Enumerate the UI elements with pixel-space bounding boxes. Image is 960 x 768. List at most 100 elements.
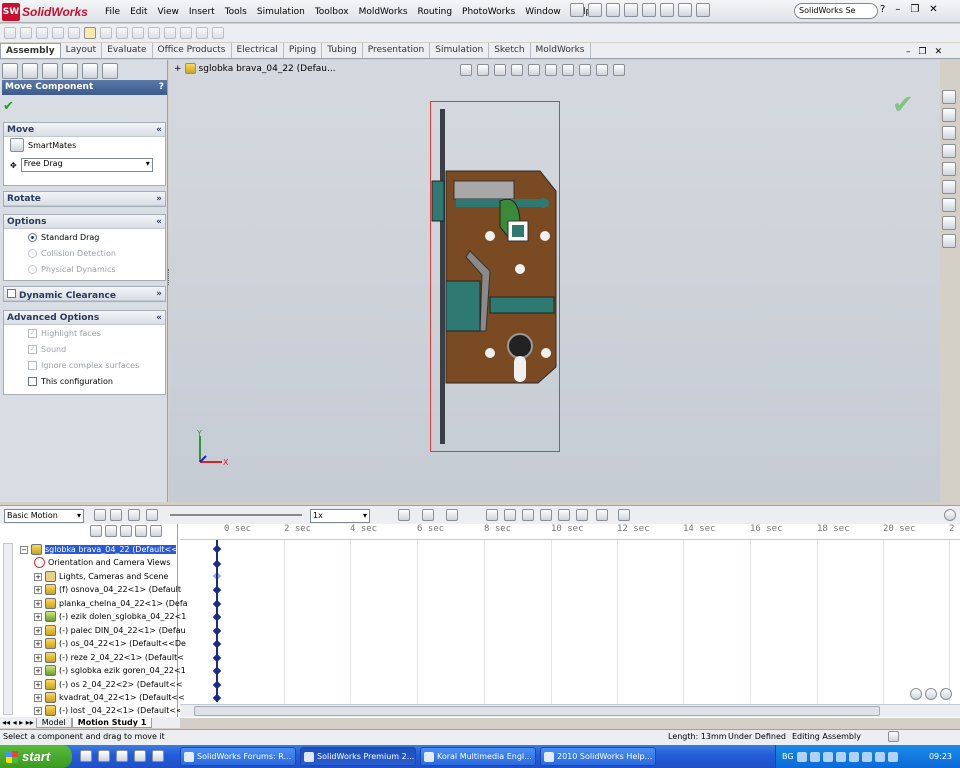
menu-edit[interactable]: Edit bbox=[125, 5, 152, 19]
tree-item[interactable]: + (f) osnova_04_22<1> (Default bbox=[34, 583, 190, 596]
menu-simulation[interactable]: Simulation bbox=[252, 5, 310, 19]
property-manager-icon[interactable] bbox=[22, 63, 38, 79]
confirmation-corner-check-icon[interactable]: ✔ bbox=[892, 90, 914, 120]
zoom-to-fit-icon[interactable] bbox=[910, 688, 922, 700]
collapse-motion-manager-icon[interactable] bbox=[944, 509, 956, 521]
autokey-icon[interactable] bbox=[446, 509, 458, 521]
taskbar-button[interactable]: SolidWorks Premium 2... bbox=[300, 747, 416, 766]
filter-icon[interactable] bbox=[90, 525, 102, 537]
assembly-features-icon[interactable] bbox=[116, 27, 128, 39]
study-properties-icon[interactable] bbox=[596, 509, 608, 521]
expand-plus-icon[interactable]: + bbox=[34, 680, 42, 689]
force-icon[interactable] bbox=[540, 509, 552, 521]
options-icon[interactable] bbox=[696, 3, 710, 17]
restore-button[interactable]: ❐ bbox=[910, 4, 919, 15]
menu-moldworks[interactable]: MoldWorks bbox=[354, 5, 413, 19]
tree-item[interactable]: + (-) lost _04_22<1> (Default<< bbox=[34, 704, 190, 717]
tab-office-products[interactable]: Office Products bbox=[153, 43, 232, 58]
highlight-faces-checkbox[interactable]: ✓ bbox=[28, 328, 37, 338]
results-icon[interactable] bbox=[576, 509, 588, 521]
new-document-icon[interactable] bbox=[570, 3, 584, 17]
quick-launch-icon[interactable] bbox=[98, 750, 110, 762]
menu-tools[interactable]: Tools bbox=[220, 5, 252, 19]
tray-icon[interactable] bbox=[848, 751, 859, 762]
collapse-manager-icon[interactable] bbox=[618, 509, 630, 521]
play-icon[interactable] bbox=[128, 509, 140, 521]
menu-routing[interactable]: Routing bbox=[413, 5, 458, 19]
display-style-icon[interactable] bbox=[545, 64, 557, 76]
save-animation-icon[interactable] bbox=[398, 509, 410, 521]
this-configuration-label[interactable]: This configuration bbox=[41, 377, 113, 386]
tab-scroll-arrows-icon[interactable]: ◂◂ ◂ ▸ ▸▸ bbox=[0, 718, 36, 727]
pattern-icon[interactable] bbox=[52, 27, 64, 39]
dynamic-clearance-checkbox[interactable] bbox=[7, 289, 16, 298]
collapse-icon[interactable]: « bbox=[156, 217, 162, 227]
pm-help-button[interactable]: ? bbox=[159, 82, 164, 93]
contact-icon[interactable] bbox=[522, 509, 534, 521]
move-component-icon[interactable] bbox=[84, 27, 96, 39]
collapse-icon[interactable]: « bbox=[156, 125, 162, 135]
tab-moldworks[interactable]: MoldWorks bbox=[531, 43, 591, 58]
view-orientation-icon[interactable] bbox=[528, 64, 540, 76]
help-button[interactable]: ? bbox=[880, 4, 885, 15]
filter-animated-icon[interactable] bbox=[105, 525, 117, 537]
solidworks-forum-icon[interactable] bbox=[942, 234, 956, 248]
view-settings-icon[interactable] bbox=[613, 64, 625, 76]
physical-dynamics-radio[interactable] bbox=[28, 264, 37, 274]
quick-launch-icon[interactable] bbox=[152, 750, 164, 762]
quick-launch-icon[interactable] bbox=[116, 750, 128, 762]
tab-simulation[interactable]: Simulation bbox=[430, 43, 490, 58]
quick-launch-icon[interactable] bbox=[134, 750, 146, 762]
drag-mode-select[interactable]: Free Drag ▾ bbox=[20, 158, 153, 172]
reference-geometry-icon[interactable] bbox=[132, 27, 144, 39]
expand-plus-icon[interactable]: + bbox=[34, 599, 42, 608]
filter-results-icon[interactable] bbox=[150, 525, 162, 537]
motor-icon[interactable] bbox=[486, 509, 498, 521]
search-input[interactable]: SolidWorks Se bbox=[794, 3, 878, 19]
taskbar-button[interactable]: Koral Multimedia Engl... bbox=[420, 747, 536, 766]
zoom-to-area-icon[interactable] bbox=[477, 64, 489, 76]
dimxpert-icon[interactable] bbox=[62, 63, 78, 79]
collapse-icon[interactable]: « bbox=[156, 313, 162, 323]
tree-item[interactable]: + (-) sglobka ezik goren_04_22<1 bbox=[34, 664, 190, 677]
lock-assembly-model[interactable] bbox=[430, 101, 560, 452]
advanced-options-header[interactable]: Advanced Options bbox=[7, 313, 99, 323]
tree-item[interactable]: + kvadrat_04_22<1> (Default<< bbox=[34, 691, 190, 704]
filter-driving-icon[interactable] bbox=[120, 525, 132, 537]
toolbox-icon[interactable] bbox=[102, 63, 118, 79]
appearances-icon[interactable] bbox=[942, 180, 956, 194]
zoom-to-fit-icon[interactable] bbox=[460, 64, 472, 76]
study-type-select[interactable]: Basic Motion ▾ bbox=[4, 509, 84, 523]
animation-wizard-icon[interactable] bbox=[422, 509, 434, 521]
open-folder-icon[interactable] bbox=[588, 3, 602, 17]
tree-item[interactable]: + (-) os_04_22<1> (Default<<De bbox=[34, 637, 190, 650]
menu-window[interactable]: Window bbox=[520, 5, 566, 19]
previous-view-icon[interactable] bbox=[494, 64, 506, 76]
help-icon[interactable] bbox=[888, 731, 899, 742]
quick-launch-icon[interactable] bbox=[80, 750, 92, 762]
print-icon[interactable] bbox=[624, 3, 638, 17]
expand-plus-icon[interactable]: + bbox=[34, 653, 42, 662]
standard-drag-label[interactable]: Standard Drag bbox=[41, 233, 99, 242]
new-motion-study-icon[interactable] bbox=[148, 27, 160, 39]
scrollbar-thumb[interactable] bbox=[194, 706, 880, 716]
calculate-icon[interactable] bbox=[94, 509, 106, 521]
tree-item[interactable]: + Lights, Cameras and Scene bbox=[34, 570, 190, 583]
smart-fasteners-icon[interactable] bbox=[68, 27, 80, 39]
tab-evaluate[interactable]: Evaluate bbox=[102, 43, 153, 58]
tree-item[interactable]: + (-) reze 2_04_22<1> (Default< bbox=[34, 651, 190, 664]
smartmates-icon[interactable] bbox=[10, 138, 24, 152]
gravity-icon[interactable] bbox=[558, 509, 570, 521]
doc-minimize-button[interactable]: – bbox=[906, 47, 911, 57]
filter-selected-icon[interactable] bbox=[135, 525, 147, 537]
move-group-header[interactable]: Move bbox=[7, 125, 34, 135]
bill-of-materials-icon[interactable] bbox=[164, 27, 176, 39]
rotate-group-header[interactable]: Rotate bbox=[7, 194, 41, 204]
save-icon[interactable] bbox=[606, 3, 620, 17]
edit-appearance-icon[interactable] bbox=[579, 64, 591, 76]
zoom-in-icon[interactable] bbox=[925, 688, 937, 700]
tray-icon[interactable] bbox=[874, 751, 885, 762]
search-icon[interactable] bbox=[942, 144, 956, 158]
feature-manager-icon[interactable] bbox=[2, 63, 18, 79]
display-manager-icon[interactable] bbox=[82, 63, 98, 79]
